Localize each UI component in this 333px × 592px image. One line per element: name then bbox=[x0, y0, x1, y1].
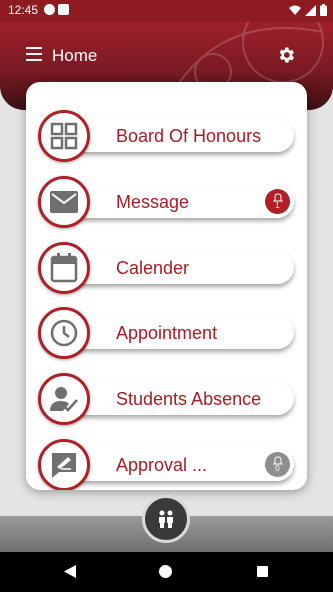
item-pill[interactable]: Students Absence bbox=[58, 382, 294, 415]
menu-item-label: Board Of Honours bbox=[116, 126, 262, 146]
battery-icon bbox=[320, 4, 327, 16]
system-nav-bar bbox=[0, 552, 333, 592]
item-pill[interactable]: Message 1 bbox=[58, 185, 294, 218]
back-icon[interactable] bbox=[64, 565, 76, 578]
envelope-icon bbox=[38, 176, 90, 228]
badge-count: 0 bbox=[275, 464, 280, 473]
menu-item-label: Students Absence bbox=[116, 389, 262, 409]
menu-item-label: Appointment bbox=[116, 323, 218, 343]
page-title: Home bbox=[52, 46, 98, 65]
people-icon bbox=[159, 510, 173, 528]
menu-item-calender[interactable]: Calender bbox=[38, 242, 294, 294]
menu-item-appointment[interactable]: Appointment bbox=[38, 307, 294, 359]
menu-item-message[interactable]: Message 1 bbox=[38, 176, 294, 228]
item-pill[interactable]: Appointment bbox=[58, 316, 294, 349]
signal-icon bbox=[305, 4, 316, 16]
item-pill[interactable]: Calender bbox=[58, 251, 294, 284]
notification-icons bbox=[44, 4, 69, 15]
menu-icon[interactable] bbox=[26, 47, 42, 61]
system-icons bbox=[289, 4, 327, 16]
menu-item-label: Message bbox=[116, 192, 190, 212]
notification-badge: 0 bbox=[265, 452, 290, 477]
menu-item-board-of-honours[interactable]: Board Of Honours bbox=[38, 110, 294, 162]
student-check-icon bbox=[38, 373, 90, 425]
menu-item-label: Approval ... bbox=[116, 455, 208, 475]
item-pill[interactable]: Approval ... 0 bbox=[58, 448, 294, 481]
home-icon[interactable] bbox=[159, 565, 172, 578]
menu-card: Board Of Honours Message 1 Calender Appo… bbox=[26, 82, 307, 490]
item-pill[interactable]: Board Of Honours bbox=[58, 119, 294, 152]
status-time: 12:45 bbox=[8, 3, 39, 17]
app-notification-icon bbox=[44, 4, 55, 15]
grid-icon bbox=[38, 110, 90, 162]
sim-notification-icon bbox=[58, 4, 69, 15]
menu-item-label: Calender bbox=[116, 258, 190, 278]
menu-item-students-absence[interactable]: Students Absence bbox=[38, 373, 294, 425]
notification-badge: 1 bbox=[265, 189, 290, 214]
menu-item-approval[interactable]: Approval ... 0 bbox=[38, 439, 294, 490]
calendar-icon bbox=[38, 242, 90, 294]
wifi-icon bbox=[289, 5, 301, 15]
recent-apps-icon[interactable] bbox=[257, 566, 268, 577]
status-bar: 12:45 bbox=[0, 0, 333, 22]
signature-icon bbox=[38, 439, 90, 490]
gear-icon[interactable] bbox=[276, 45, 296, 65]
clock-icon bbox=[38, 307, 90, 359]
students-fab-button[interactable] bbox=[142, 495, 190, 543]
badge-count: 1 bbox=[275, 201, 280, 210]
